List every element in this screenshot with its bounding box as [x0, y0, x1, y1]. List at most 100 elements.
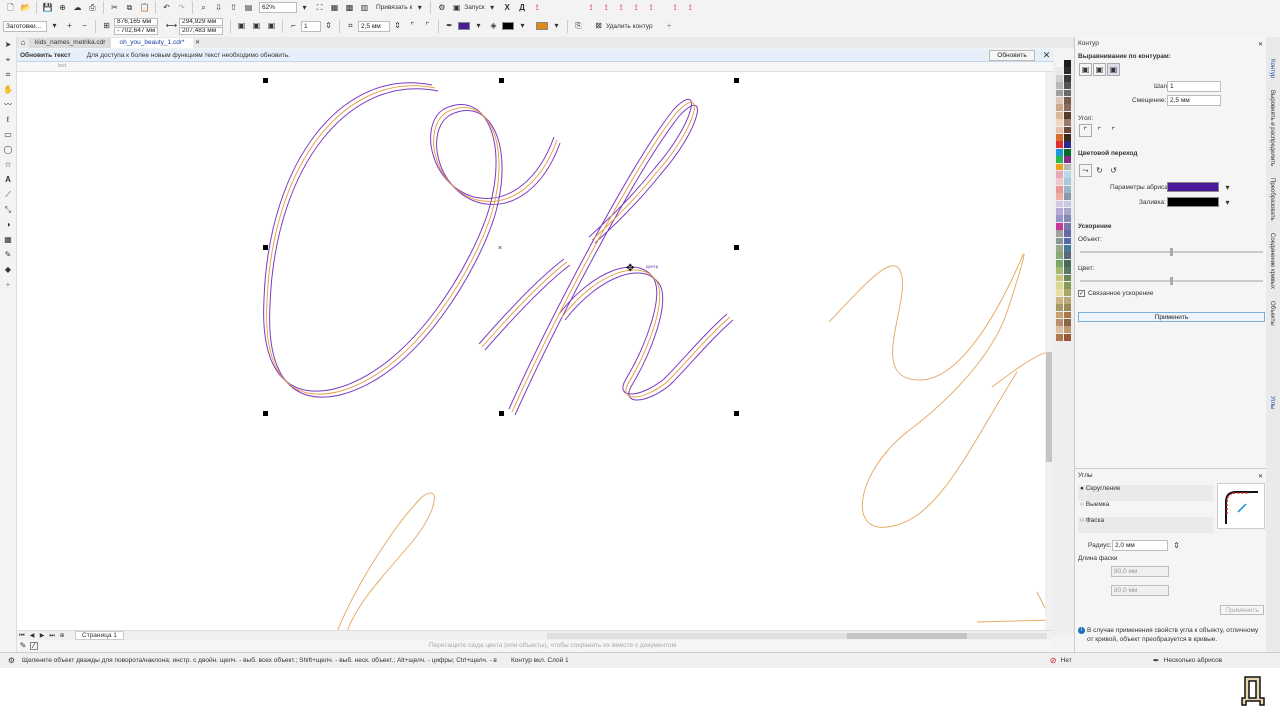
- corner-icon[interactable]: ⌜: [406, 20, 419, 33]
- gear-icon[interactable]: ⚙: [5, 654, 18, 667]
- palette-swatch[interactable]: [1056, 60, 1063, 67]
- palette-swatch[interactable]: [1056, 104, 1063, 112]
- palette-swatch[interactable]: [1064, 119, 1071, 126]
- palette-swatch[interactable]: [1056, 311, 1063, 319]
- palette-swatch[interactable]: [1064, 156, 1071, 163]
- width-field[interactable]: 294,929 мм: [179, 17, 223, 26]
- palette-swatch[interactable]: [1064, 82, 1071, 89]
- palette-swatch[interactable]: [1056, 67, 1063, 75]
- accent-color-swatch[interactable]: [536, 22, 548, 30]
- palette-swatch[interactable]: [1064, 222, 1071, 230]
- tab-join-curves[interactable]: Соединение кривых: [1269, 233, 1275, 289]
- palette-swatch[interactable]: [1064, 74, 1071, 82]
- palette-swatch[interactable]: [1056, 148, 1063, 156]
- palette-swatch[interactable]: [1064, 259, 1071, 267]
- x-position-field[interactable]: 876,165 мм: [114, 17, 158, 26]
- position-icon[interactable]: ⊞: [100, 20, 113, 33]
- palette-swatch[interactable]: [1064, 208, 1071, 215]
- palette-swatch[interactable]: [1056, 252, 1063, 260]
- horizontal-scrollbar[interactable]: [547, 633, 1047, 639]
- corel-connect-icon[interactable]: ⊕: [56, 1, 69, 14]
- pan-tool-icon[interactable]: ✋: [2, 84, 14, 96]
- drawing-canvas[interactable]: × ✥ центр: [17, 72, 1054, 640]
- copy-properties-icon[interactable]: ⎘: [572, 20, 585, 33]
- corner-round-icon[interactable]: ⌜: [1093, 124, 1106, 137]
- home-icon[interactable]: ⌂: [18, 36, 28, 49]
- palette-swatch[interactable]: [1056, 237, 1063, 245]
- node-icon[interactable]: ⟟: [600, 1, 613, 14]
- freehand-tool-icon[interactable]: 〰: [2, 99, 14, 111]
- palette-swatch[interactable]: [1056, 319, 1063, 326]
- node-icon[interactable]: ⟟: [585, 1, 598, 14]
- zoom-level-field[interactable]: 62%: [259, 2, 297, 13]
- palette-swatch[interactable]: [1056, 185, 1063, 193]
- outline-color-picker[interactable]: [1167, 182, 1219, 192]
- delete-contour-button[interactable]: Удалить контур: [606, 23, 653, 30]
- open-icon[interactable]: 📂: [19, 1, 32, 14]
- node-icon[interactable]: ⟟: [669, 1, 682, 14]
- pdf-icon[interactable]: ▤: [242, 1, 255, 14]
- scrollbar-thumb[interactable]: [847, 633, 967, 639]
- rulers-icon[interactable]: ▦: [328, 1, 341, 14]
- connector-tool-icon[interactable]: ⤡: [2, 204, 14, 216]
- fill-bucket-icon[interactable]: ◈: [487, 20, 500, 33]
- import-icon[interactable]: ⇩: [212, 1, 225, 14]
- tab-objects[interactable]: Объекты: [1269, 301, 1275, 326]
- add-tool-icon[interactable]: +: [2, 279, 14, 291]
- crop-tool-icon[interactable]: ⌗: [2, 69, 14, 81]
- clockwise-transition-icon[interactable]: ↻: [1093, 164, 1106, 177]
- new-document-icon[interactable]: 🗋: [4, 1, 17, 14]
- chevron-down-icon[interactable]: ▾: [516, 20, 529, 33]
- chevron-down-icon[interactable]: ▾: [550, 20, 563, 33]
- chevron-down-icon[interactable]: ▾: [472, 20, 485, 33]
- palette-swatch[interactable]: [1064, 134, 1071, 141]
- fill-color-picker[interactable]: [1167, 197, 1219, 207]
- node-icon[interactable]: ⟟: [630, 1, 643, 14]
- palette-swatch[interactable]: [1064, 163, 1071, 171]
- palette-swatch[interactable]: [1064, 282, 1071, 289]
- redo-icon[interactable]: ↷: [175, 1, 188, 14]
- chevron-down-icon[interactable]: ▾: [413, 1, 426, 14]
- cloud-icon[interactable]: ☁: [71, 1, 84, 14]
- palette-swatch[interactable]: [1064, 148, 1071, 156]
- drop-shadow-icon[interactable]: ◑: [2, 219, 14, 231]
- palette-swatch[interactable]: [1056, 82, 1063, 89]
- contour-outside-icon[interactable]: ▣: [265, 20, 278, 33]
- outline-pen-icon[interactable]: ✒: [1150, 654, 1163, 667]
- fillet-option[interactable]: ● Скругление: [1078, 485, 1213, 501]
- palette-swatch[interactable]: [1056, 208, 1063, 215]
- app-launcher-icon[interactable]: ▣: [450, 1, 463, 14]
- palette-swatch[interactable]: [1056, 267, 1063, 274]
- palette-swatch[interactable]: [1056, 141, 1063, 149]
- chevron-down-icon[interactable]: ▾: [48, 20, 61, 33]
- palette-swatch[interactable]: [1056, 259, 1063, 267]
- contour-center-icon[interactable]: ▣: [1079, 63, 1092, 76]
- palette-swatch[interactable]: [1064, 126, 1071, 134]
- delete-contour-icon[interactable]: ⊠: [592, 20, 605, 33]
- scallop-option[interactable]: ○ Выемка: [1078, 501, 1213, 517]
- shape-tool-icon[interactable]: ⌖: [2, 54, 14, 66]
- steps-field[interactable]: 1: [1167, 81, 1221, 92]
- corners-apply-button[interactable]: Применить: [1220, 605, 1264, 615]
- palette-swatch[interactable]: [1056, 215, 1063, 223]
- palette-swatch[interactable]: [1056, 178, 1063, 186]
- palette-swatch[interactable]: [1056, 111, 1063, 119]
- node-icon[interactable]: ⟟: [531, 1, 544, 14]
- color-dropper-icon[interactable]: ✎: [18, 639, 28, 652]
- snap-to-menu[interactable]: Привязать к: [376, 4, 412, 11]
- plus-icon[interactable]: +: [63, 20, 76, 33]
- palette-swatch[interactable]: [1056, 126, 1063, 134]
- palette-swatch[interactable]: [1056, 222, 1063, 230]
- update-button[interactable]: Обновить: [989, 50, 1035, 61]
- tab-oh-you-beauty[interactable]: oh_you_beauty_1.cdr*: [111, 37, 193, 48]
- slider-thumb[interactable]: [1170, 248, 1173, 256]
- add-icon[interactable]: +: [663, 20, 676, 33]
- corner-bevel-icon[interactable]: ⌜: [1107, 124, 1120, 137]
- steps-field[interactable]: 1: [301, 20, 321, 32]
- spinner-icon[interactable]: ⇕: [322, 20, 335, 33]
- contour-outside-icon[interactable]: ▣: [1107, 63, 1120, 76]
- palette-swatch[interactable]: [1064, 215, 1071, 223]
- palette-swatch[interactable]: [1064, 171, 1071, 178]
- palette-swatch[interactable]: [1056, 304, 1063, 311]
- palette-swatch[interactable]: [1056, 89, 1063, 97]
